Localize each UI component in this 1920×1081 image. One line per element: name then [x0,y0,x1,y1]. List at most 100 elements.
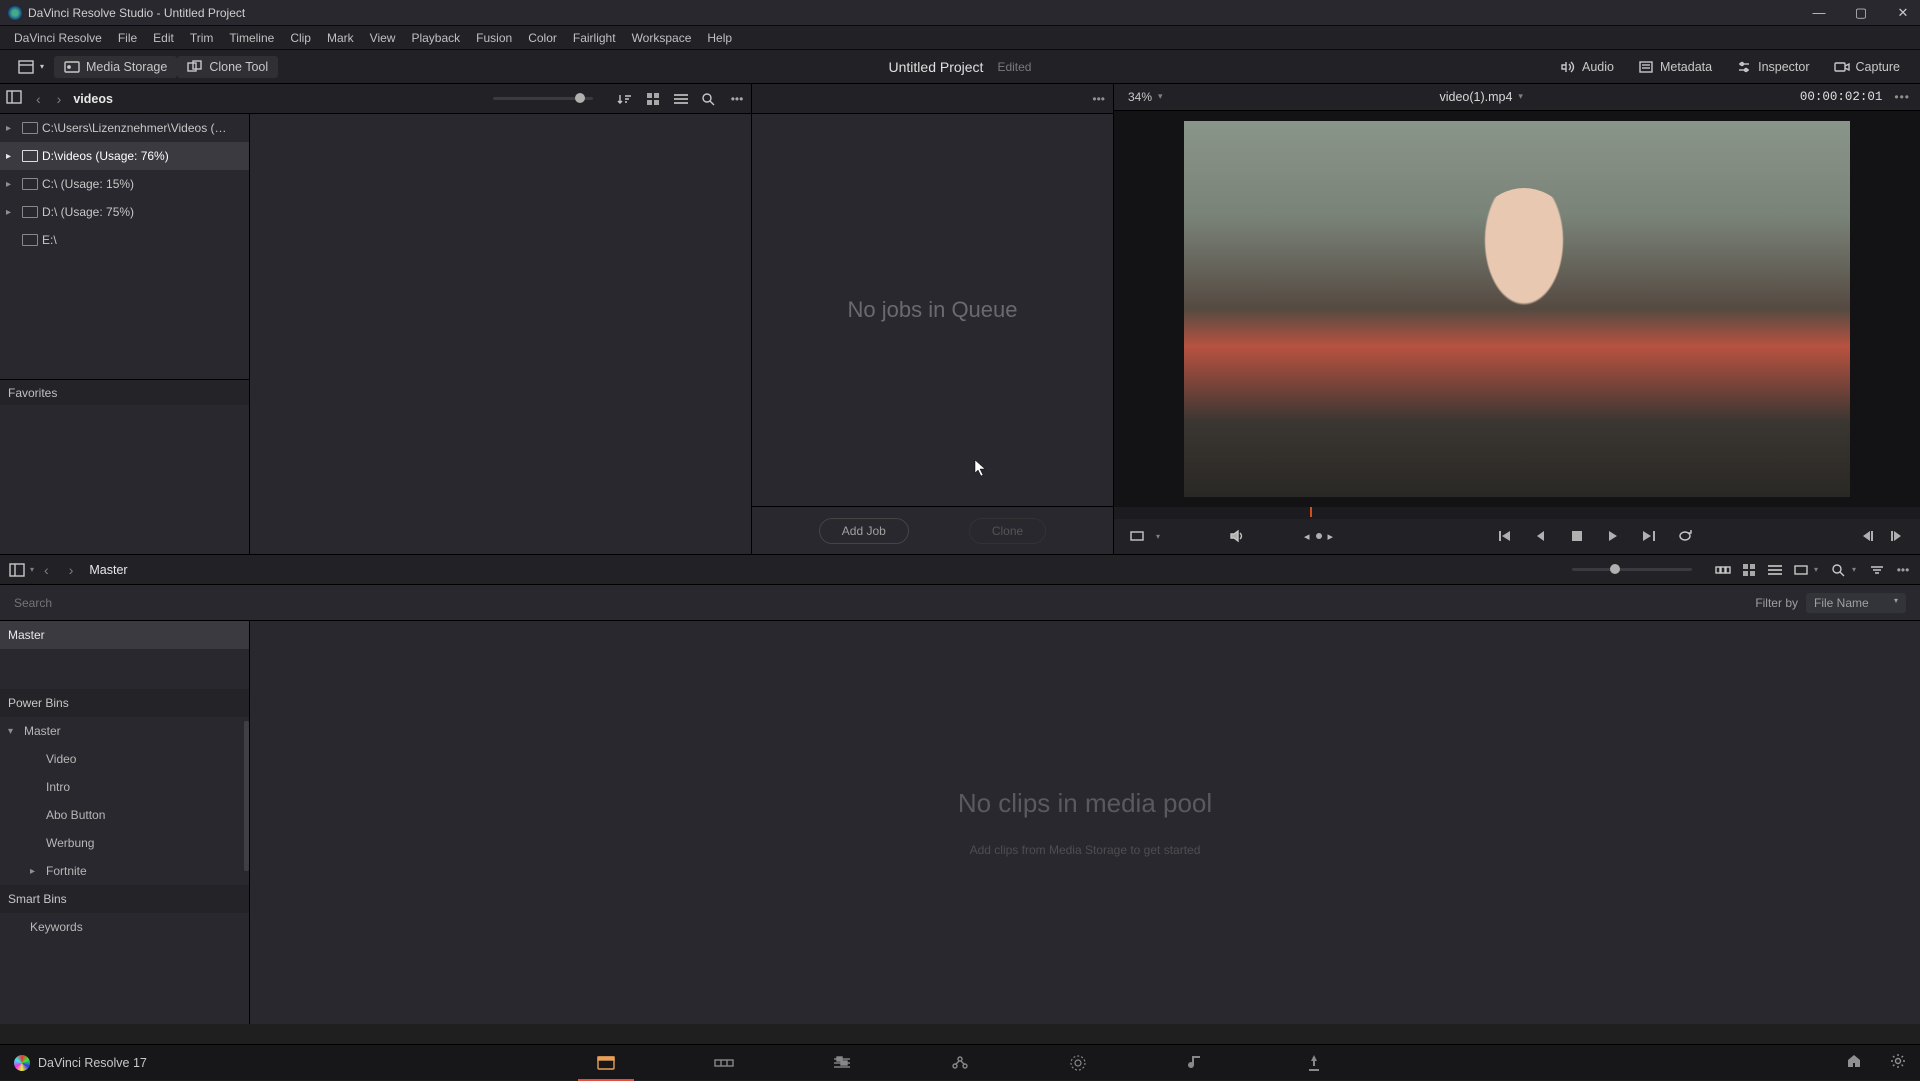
menu-trim[interactable]: Trim [182,31,222,45]
media-pool-clips-area[interactable]: No clips in media pool Add clips from Me… [250,621,1920,1024]
match-frame-button[interactable] [1126,525,1148,547]
mark-out-button[interactable] [1886,525,1908,547]
media-storage-breadcrumb[interactable]: videos [73,92,113,106]
inspector-panel-toggle[interactable]: Inspector [1724,56,1821,78]
window-maximize-button[interactable]: ▢ [1852,5,1870,21]
menu-mark[interactable]: Mark [319,31,362,45]
viewer-video-area[interactable] [1114,111,1920,507]
mp-sidebar-toggle[interactable] [4,558,30,582]
match-frame-dropdown[interactable]: ▾ [1156,532,1160,541]
powerbin-item[interactable]: Video [0,745,249,773]
menu-playback[interactable]: Playback [403,31,468,45]
menu-edit[interactable]: Edit [145,31,182,45]
mp-grid-view-button[interactable] [1736,558,1762,582]
menu-fusion[interactable]: Fusion [468,31,520,45]
color-page-button[interactable] [1064,1049,1092,1077]
filter-by-dropdown[interactable]: File Name▾ [1806,593,1906,613]
mp-breadcrumb[interactable]: Master [89,563,127,577]
powerbin-item[interactable]: Intro [0,773,249,801]
list-view-button[interactable] [669,87,693,111]
folder-tree-item[interactable]: ▸C:\ (Usage: 15%) [0,170,249,198]
workspace-dropdown-button[interactable]: ▾ [8,56,54,78]
folder-tree-item[interactable]: E:\ [0,226,249,254]
prev-frame-button[interactable] [1530,525,1552,547]
powerbin-item[interactable]: ▸Fortnite [0,857,249,885]
menu-view[interactable]: View [362,31,404,45]
media-storage-toggle[interactable]: Media Storage [54,56,177,78]
mp-strip-view-button[interactable] [1710,558,1736,582]
project-settings-button[interactable] [1890,1053,1906,1072]
fusion-page-button[interactable] [946,1049,974,1077]
nav-forward-button[interactable]: › [49,91,70,107]
menu-timeline[interactable]: Timeline [221,31,282,45]
mp-search-input[interactable] [14,596,1755,610]
viewer-timecode[interactable]: 00:00:02:01 [1800,90,1883,104]
bin-master[interactable]: Master [0,621,249,649]
mp-layout-dropdown[interactable]: ▾ [1814,565,1818,574]
search-button[interactable] [697,87,721,111]
stop-button[interactable] [1566,525,1588,547]
viewer-scrubber[interactable] [1114,507,1920,519]
add-job-button[interactable]: Add Job [819,518,909,544]
jog-fwd-button[interactable]: ▸ [1328,530,1334,543]
cut-page-button[interactable] [710,1049,738,1077]
mp-list-view-button[interactable] [1762,558,1788,582]
mp-nav-fwd[interactable]: › [59,562,84,578]
go-first-frame-button[interactable] [1494,525,1516,547]
menu-workspace[interactable]: Workspace [624,31,700,45]
metadata-panel-toggle[interactable]: Metadata [1626,56,1724,78]
menu-clip[interactable]: Clip [282,31,319,45]
window-minimize-button[interactable]: — [1810,5,1828,21]
jog-back-button[interactable]: ◂ [1304,530,1310,543]
viewer-zoom-value[interactable]: 34% [1128,90,1152,104]
play-button[interactable] [1602,525,1624,547]
deliver-page-button[interactable] [1300,1049,1328,1077]
mp-search-dropdown[interactable]: ▾ [1852,565,1856,574]
edit-page-button[interactable] [828,1049,856,1077]
clone-button[interactable]: Clone [969,518,1046,544]
sort-button[interactable] [613,87,637,111]
media-storage-thumbnails[interactable] [250,114,751,554]
mute-button[interactable] [1226,525,1248,547]
clone-tool-toggle[interactable]: Clone Tool [177,56,278,78]
mp-nav-back[interactable]: ‹ [34,562,59,578]
menu-davinci[interactable]: DaVinci Resolve [6,31,110,45]
playhead-icon[interactable] [1310,507,1312,517]
thumbnail-size-slider[interactable] [493,97,593,100]
mp-options-button[interactable]: ••• [1890,558,1916,582]
folder-tree-item[interactable]: ▸D:\ (Usage: 75%) [0,198,249,226]
powerbin-item[interactable]: Werbung [0,829,249,857]
filename-dropdown-icon[interactable]: ▾ [1518,91,1523,102]
mp-sort-button[interactable] [1864,558,1890,582]
fairlight-page-button[interactable] [1182,1049,1210,1077]
powerbin-item[interactable]: Abo Button [0,801,249,829]
clone-options-button[interactable]: ••• [1092,92,1105,106]
viewer-filename[interactable]: video(1).mp4 [1439,90,1512,104]
sidebar-toggle-button[interactable] [0,90,28,107]
audio-panel-toggle[interactable]: Audio [1548,56,1626,78]
smartbin-item[interactable]: Keywords [0,913,249,941]
mp-search-button[interactable] [1826,558,1852,582]
grid-view-button[interactable] [641,87,665,111]
media-page-button[interactable] [592,1049,620,1077]
mp-layout-button[interactable] [1788,558,1814,582]
capture-panel-toggle[interactable]: Capture [1822,56,1912,78]
menu-help[interactable]: Help [699,31,740,45]
folder-tree-item[interactable]: ▸D:\videos (Usage: 76%) [0,142,249,170]
nav-back-button[interactable]: ‹ [28,91,49,107]
main-toolbar: ▾ Media Storage Clone Tool Untitled Proj… [0,50,1920,84]
bin-tree-scrollbar[interactable] [244,721,249,871]
powerbin-master[interactable]: ▾Master [0,717,249,745]
loop-button[interactable] [1674,525,1696,547]
mp-thumb-slider[interactable] [1572,568,1692,571]
viewer-options-button[interactable]: ••• [1894,90,1910,104]
home-button[interactable] [1846,1053,1862,1072]
menu-color[interactable]: Color [520,31,565,45]
menu-file[interactable]: File [110,31,145,45]
go-last-frame-button[interactable] [1638,525,1660,547]
menu-fairlight[interactable]: Fairlight [565,31,624,45]
options-button[interactable]: ••• [725,87,749,111]
window-close-button[interactable]: ✕ [1894,5,1912,21]
folder-tree-item[interactable]: ▸C:\Users\Lizenznehmer\Videos (… [0,114,249,142]
mark-in-button[interactable] [1856,525,1878,547]
